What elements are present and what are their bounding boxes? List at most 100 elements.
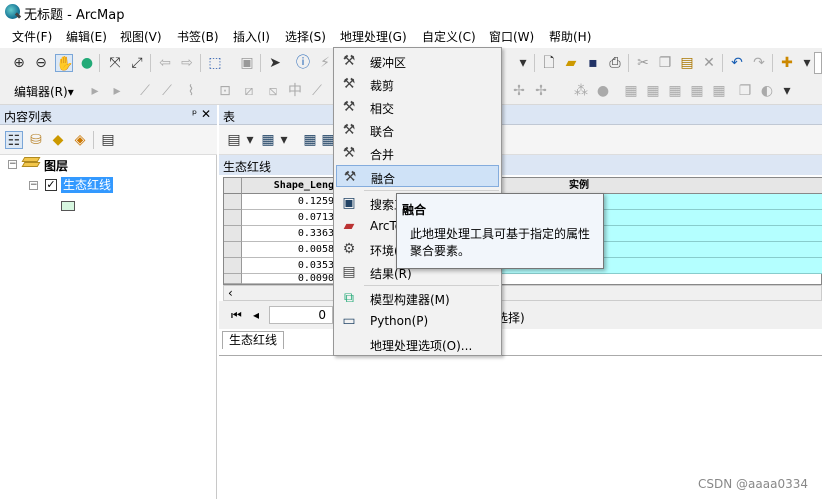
editor-menu[interactable]: 编辑器(R)▾	[14, 83, 74, 100]
menu-windows[interactable]: 窗口(W)	[489, 28, 534, 45]
menu-item-dissolve[interactable]: ⚒ 融合	[336, 165, 499, 187]
table-cell[interactable]: 0.0353	[242, 258, 338, 274]
fixed-zoom-out-icon[interactable]: ⤢	[128, 54, 146, 72]
hyperlink-icon[interactable]: ⚡	[316, 54, 334, 72]
list-by-selection-icon[interactable]: ◈	[71, 131, 89, 149]
menu-item-intersect[interactable]: ⚒ 相交	[336, 96, 499, 118]
select-features-icon[interactable]: ⬚	[206, 54, 224, 72]
forward-extent-icon[interactable]: ⇨	[178, 54, 196, 72]
snapping-icon[interactable]: ⁂	[572, 82, 590, 100]
edit-vertices-icon[interactable]: ⊡	[216, 82, 234, 100]
row-selector[interactable]	[224, 274, 242, 284]
table-tab[interactable]: 生态红线	[222, 331, 285, 349]
back-extent-icon[interactable]: ⇦	[156, 54, 174, 72]
attributes-icon[interactable]: ▦	[622, 82, 640, 100]
endpoint-arc-icon[interactable]: ⟋	[158, 82, 176, 100]
row-selector[interactable]	[224, 210, 242, 226]
topology-icon[interactable]: ✢	[510, 82, 528, 100]
save-icon[interactable]: ▪	[584, 54, 602, 72]
menu-item-geoprocessing-options[interactable]: 地理处理选项(O)...	[336, 333, 499, 355]
menu-customize[interactable]: 自定义(C)	[422, 28, 476, 45]
list-by-drawing-order-icon[interactable]: ☷	[5, 131, 23, 149]
zoom-out-icon[interactable]: ⊖	[32, 54, 50, 72]
menu-bookmarks[interactable]: 书签(B)	[177, 28, 219, 45]
paste-icon[interactable]: ▤	[678, 54, 696, 72]
menu-help[interactable]: 帮助(H)	[549, 28, 591, 45]
grid-tool-icon[interactable]: ▦	[710, 82, 728, 100]
row-selector[interactable]	[224, 194, 242, 210]
layer-visibility-checkbox[interactable]: ✓	[45, 179, 57, 191]
clear-selection-icon[interactable]: ▣	[238, 54, 256, 72]
split-icon[interactable]: 中	[286, 82, 304, 100]
row-selector[interactable]	[224, 226, 242, 242]
table-options-dropdown-icon[interactable]: ▾	[241, 131, 259, 149]
layer-name[interactable]: 生态红线	[61, 177, 114, 193]
column-header-shape-length[interactable]: Shape_Leng	[242, 178, 338, 194]
row-selector[interactable]	[224, 242, 242, 258]
rotate-icon[interactable]: ⟋	[308, 82, 326, 100]
topology-edit-icon[interactable]: ✢	[532, 82, 550, 100]
menu-view[interactable]: 视图(V)	[120, 28, 162, 45]
table-cell[interactable]: 0.0058	[242, 242, 338, 258]
zoom-in-icon[interactable]: ⊕	[10, 54, 28, 72]
reshape-icon[interactable]: ⧄	[240, 82, 258, 100]
list-by-visibility-icon[interactable]: ◆	[49, 131, 67, 149]
table-tool-icon[interactable]: ▦	[688, 82, 706, 100]
header-selector[interactable]	[224, 178, 242, 194]
previous-record-icon[interactable]: ◂	[253, 308, 259, 322]
menu-edit[interactable]: 编辑(E)	[66, 28, 107, 45]
table-cell[interactable]: 0.0090	[242, 274, 338, 284]
menu-item-buffer[interactable]: ⚒ 缓冲区	[336, 50, 499, 72]
new-document-icon[interactable]: 🗋	[540, 54, 558, 72]
open-folder-icon[interactable]: ▰	[562, 54, 580, 72]
scroll-left-icon[interactable]: ‹	[228, 286, 233, 300]
create-features-icon[interactable]: ▦	[666, 82, 684, 100]
delete-icon[interactable]: ✕	[700, 54, 718, 72]
fixed-zoom-in-icon[interactable]: ⤧	[106, 54, 124, 72]
full-extent-globe-icon[interactable]: ●	[78, 54, 96, 72]
redo-icon[interactable]: ↷	[750, 54, 768, 72]
menu-item-python[interactable]: ▭ Python(P)	[336, 310, 499, 332]
sphere-icon[interactable]: ●	[594, 82, 612, 100]
menu-item-modelbuilder[interactable]: ⧉ 模型构建器(M)	[336, 287, 499, 309]
menu-item-clip[interactable]: ⚒ 裁剪	[336, 73, 499, 95]
list-by-source-icon[interactable]: ⛁	[27, 131, 45, 149]
current-record-field[interactable]: 0	[269, 306, 333, 324]
cut-icon[interactable]: ✂	[634, 54, 652, 72]
print-icon[interactable]: ⎙	[606, 54, 624, 72]
dropdown-icon[interactable]: ▾	[514, 54, 532, 72]
table-cell[interactable]: 0.3363	[242, 226, 338, 242]
straight-segment-icon[interactable]: ⟋	[136, 82, 154, 100]
menu-insert[interactable]: 插入(I)	[233, 28, 270, 45]
pan-hand-icon[interactable]: ✋	[55, 54, 73, 72]
row-selector[interactable]	[224, 258, 242, 274]
collapse-layer-icon[interactable]: −	[29, 181, 38, 190]
scale-box[interactable]	[814, 52, 822, 74]
edit-annotation-icon[interactable]: ▸	[108, 82, 126, 100]
menu-item-merge[interactable]: ⚒ 合并	[336, 142, 499, 164]
related-tables-dropdown-icon[interactable]: ▾	[275, 131, 293, 149]
first-record-icon[interactable]: ⏮	[231, 308, 242, 323]
sketch-properties-icon[interactable]: ▦	[644, 82, 662, 100]
add-data-icon[interactable]: ✚	[778, 54, 796, 72]
copy-icon[interactable]: ❐	[656, 54, 674, 72]
select-elements-icon[interactable]: ➤	[266, 54, 284, 72]
menu-selection[interactable]: 选择(S)	[285, 28, 326, 45]
overlay-icon[interactable]: ◐	[758, 82, 776, 100]
identify-icon[interactable]: ⓘ	[294, 54, 312, 72]
edit-tool-icon[interactable]: ▸	[86, 82, 104, 100]
trace-icon[interactable]: ⌇	[182, 82, 200, 100]
table-cell[interactable]: 0.1259	[242, 194, 338, 210]
select-by-attributes-icon[interactable]: ▦	[301, 131, 319, 149]
toc-options-icon[interactable]: ▤	[99, 131, 117, 149]
collapse-root-icon[interactable]: −	[8, 160, 17, 169]
undo-icon[interactable]: ↶	[728, 54, 746, 72]
toc-pin-close-icon[interactable]: ᵖ ✕	[192, 107, 211, 121]
menu-file[interactable]: 文件(F)	[12, 28, 52, 45]
layer-symbol-swatch[interactable]	[61, 201, 75, 211]
menu-item-union[interactable]: ⚒ 联合	[336, 119, 499, 141]
table-cell[interactable]: 0.0713	[242, 210, 338, 226]
more-tools-icon[interactable]: ▾	[778, 82, 796, 100]
menu-geoprocessing[interactable]: 地理处理(G)	[340, 28, 407, 45]
cut-polygon-icon[interactable]: ⧅	[264, 82, 282, 100]
